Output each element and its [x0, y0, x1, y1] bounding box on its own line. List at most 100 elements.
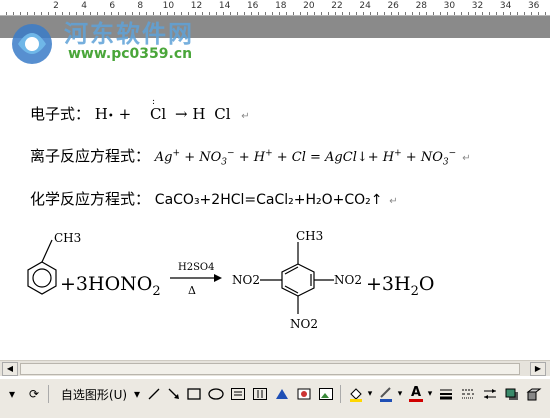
line-color-dropdown-icon[interactable]: ▾ [396, 383, 404, 405]
textbox-tool-icon[interactable] [228, 383, 248, 405]
arrow-tool-icon[interactable] [164, 383, 184, 405]
heat-symbol: Δ [188, 284, 196, 297]
fill-color-icon[interactable] [346, 383, 366, 405]
ruler-tick [412, 12, 413, 15]
ruler-tick [272, 12, 273, 15]
chem-equation-line: 化学反应方程式： CaCO₃+2HCl=CaCl₂+H₂O+CO₂↑ ↵ [30, 188, 398, 209]
ruler-tick [62, 12, 63, 15]
electron-cl-dotted: : Cl [146, 97, 170, 123]
scroll-thumb[interactable] [20, 363, 520, 375]
ruler-tick [440, 12, 441, 15]
autoshapes-button[interactable]: 自选图形(U) [54, 383, 134, 405]
ruler-tick [265, 12, 266, 15]
ruler-tick [195, 12, 196, 15]
autoshapes-dropdown-icon[interactable]: ▾ [132, 383, 142, 405]
ruler-tick [461, 12, 462, 15]
watermark-url: www.pc0359.cn [68, 46, 193, 62]
ruler-tick [335, 12, 336, 15]
electron-cl: Cl [149, 105, 167, 123]
line-tool-icon[interactable] [144, 383, 164, 405]
ruler-label: 10 [162, 1, 175, 11]
oval-tool-icon[interactable] [206, 383, 226, 405]
ruler-tick [279, 12, 280, 15]
product-no2-right: NO2 [334, 273, 362, 287]
ruler-tick [363, 12, 364, 15]
ruler-label: 26 [387, 1, 399, 11]
product-ch3: CH3 [296, 229, 323, 243]
reaction-arrow-head [214, 274, 222, 282]
ruler-tick [405, 12, 406, 15]
ruler-tick [370, 12, 371, 15]
ruler-tick [321, 12, 322, 15]
ruler-tick [223, 12, 224, 15]
water-product: +3H2O [366, 273, 434, 299]
ruler-tick [398, 12, 399, 15]
font-color-dropdown-icon[interactable]: ▾ [426, 383, 434, 405]
ruler-label: 2 [53, 1, 59, 11]
line-color-icon[interactable] [376, 383, 396, 405]
ruler-tick [216, 12, 217, 15]
chem-equation: CaCO₃+2HCl=CaCl₂+H₂O+CO₂↑ [154, 192, 383, 208]
ruler-label: 22 [331, 1, 343, 11]
3d-style-icon[interactable] [524, 383, 544, 405]
ruler-tick [531, 12, 532, 15]
ruler-label: 32 [471, 1, 484, 11]
ruler-tick [433, 12, 434, 15]
ruler-tick [454, 12, 455, 15]
ruler-tick [447, 12, 448, 15]
watermark-title: 河东软件网 [64, 20, 194, 48]
scroll-right-button[interactable]: ▶ [530, 362, 546, 376]
dash-style-icon[interactable] [458, 383, 478, 405]
ruler-label: 4 [81, 1, 87, 11]
picture-icon[interactable] [316, 383, 336, 405]
ruler-tick [482, 12, 483, 15]
draw-menu-arrow-icon[interactable]: ▾ [4, 383, 20, 405]
ruler-tick [489, 12, 490, 15]
rotate-icon[interactable]: ⟳ [24, 383, 44, 405]
ruler-tick [503, 12, 504, 15]
electron-plus: + [118, 105, 132, 123]
rectangle-tool-icon[interactable] [184, 383, 204, 405]
ruler-tick [202, 12, 203, 15]
ruler-tick [468, 12, 469, 15]
chem-label: 化学反应方程式： [30, 190, 151, 208]
ruler-tick [496, 12, 497, 15]
electron-formula-line: 电子式： H• + : Cl → H Cl ↵ [30, 97, 250, 124]
ruler-label: 30 [443, 1, 456, 11]
ruler-label: 14 [218, 1, 231, 11]
electron-dot: • [107, 111, 114, 122]
shadow-style-icon[interactable] [502, 383, 522, 405]
ruler-tick [300, 12, 301, 15]
ruler-tick [258, 12, 259, 15]
ruler-tick [328, 12, 329, 15]
ruler-tick [377, 12, 378, 15]
electron-dots-top: : [151, 97, 157, 107]
catalyst-label: H2SO4 [178, 262, 215, 273]
paragraph-mark: ↵ [462, 153, 471, 164]
product-no2-bottom: NO2 [290, 317, 318, 331]
ruler-tick [538, 12, 539, 15]
nitration-reaction-diagram: CH3 +3HONO2 H2SO4 Δ NO2 CH3 NO2 NO2 +3H2… [27, 229, 434, 331]
tnt-structure [281, 242, 334, 314]
line-style-icon[interactable] [436, 383, 456, 405]
hono2-reagent: +3HONO2 [60, 273, 161, 299]
ruler-label: 16 [246, 1, 259, 11]
scroll-left-button[interactable]: ◀ [2, 362, 18, 376]
wordart-icon[interactable] [272, 383, 292, 405]
drawing-toolbar: ▾ ⟳ 自选图形(U) ▾ ▾ ▾ A ▾ [0, 378, 550, 418]
ruler-tick [384, 12, 385, 15]
electron-product-cl: Cl [214, 105, 231, 123]
paragraph-mark: ↵ [241, 111, 250, 122]
font-color-icon[interactable]: A [406, 383, 426, 405]
ruler-tick [426, 12, 427, 15]
ruler-label: 20 [303, 1, 315, 11]
diagram-icon[interactable] [294, 383, 314, 405]
ruler-tick [307, 12, 308, 15]
electron-product-h: H [192, 105, 206, 123]
arrow-style-icon[interactable] [480, 383, 500, 405]
ionic-label: 离子反应方程式： [30, 147, 151, 165]
vertical-textbox-icon[interactable] [250, 383, 270, 405]
horizontal-scrollbar[interactable]: ◀ ▶ [0, 360, 550, 376]
fill-color-dropdown-icon[interactable]: ▾ [366, 383, 374, 405]
ruler-tick [237, 12, 238, 15]
